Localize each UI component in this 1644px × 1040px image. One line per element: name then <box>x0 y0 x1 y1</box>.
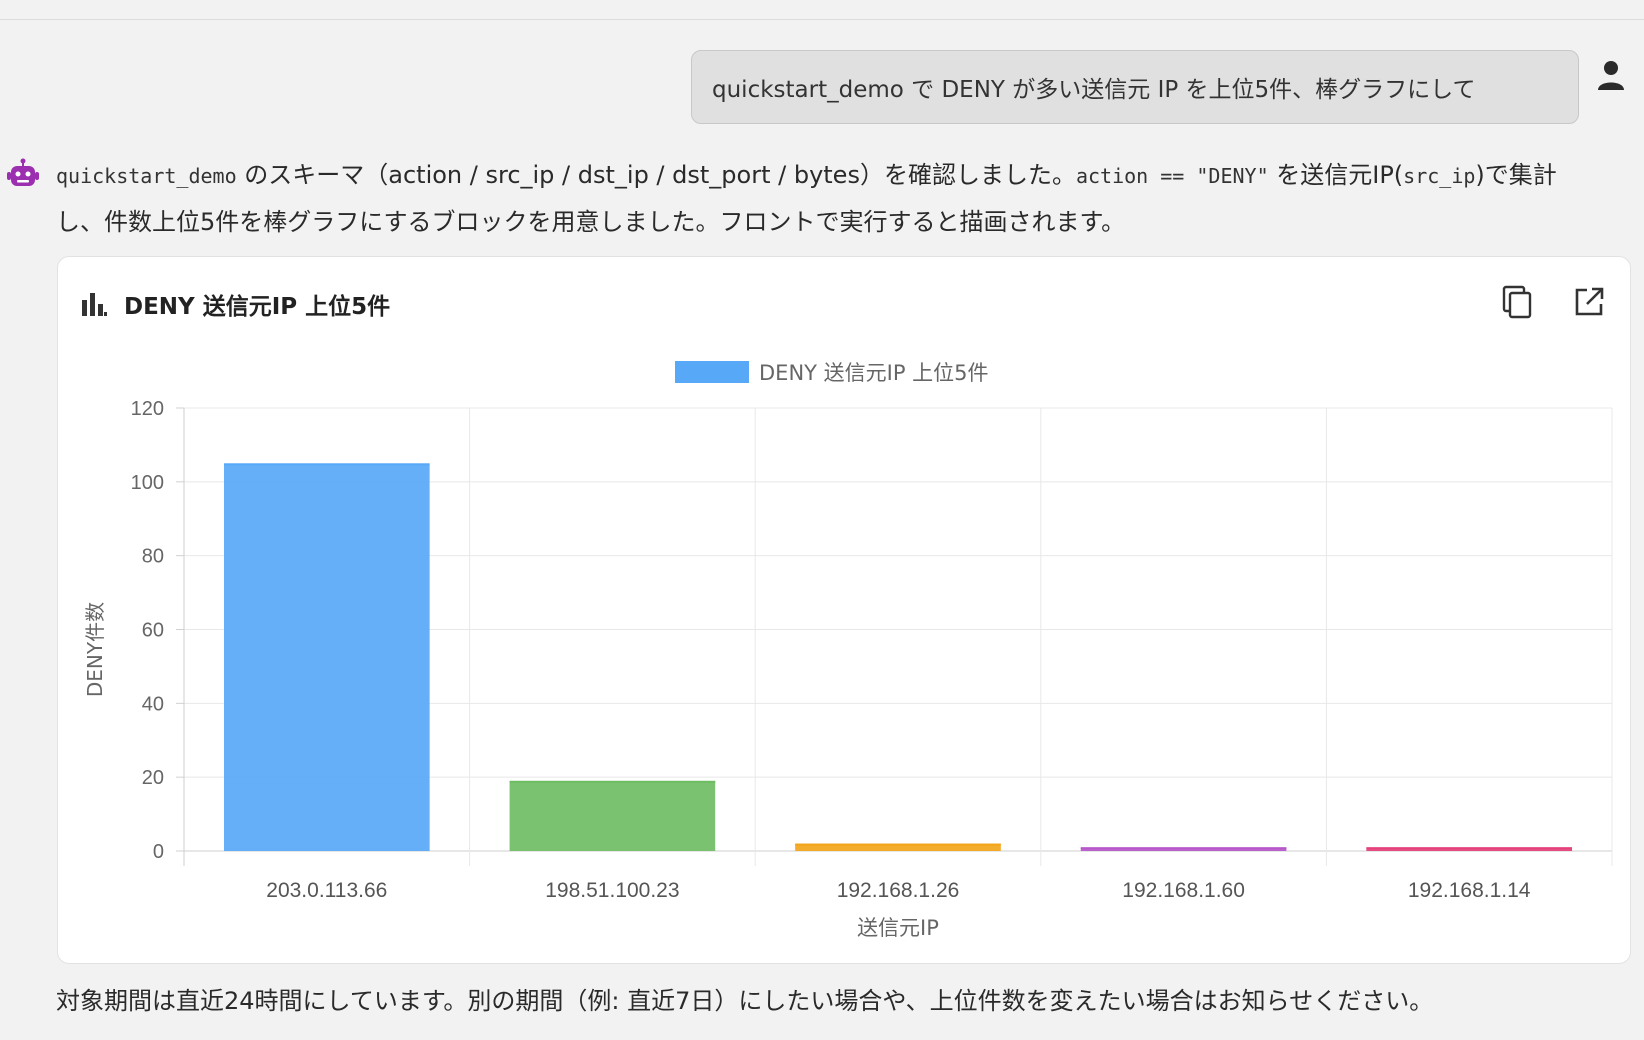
x-tick-label: 192.168.1.26 <box>837 879 960 902</box>
y-tick-label: 20 <box>142 767 164 789</box>
assistant-followup-text: 対象期間は直近24時間にしています。別の期間（例: 直近7日）にしたい場合や、上… <box>56 987 1434 1015</box>
top-divider <box>0 19 1644 20</box>
bar-chart: 0 20 40 60 80 100 120 203.0.113.66 198.51.100.23… <box>83 361 1613 940</box>
filter-code: action == "DENY" <box>1075 164 1269 188</box>
x-tick-label: 192.168.1.14 <box>1408 879 1531 902</box>
user-message-bubble: quickstart_demo で DENY が多い送信元 IP を上位5件、棒… <box>691 50 1579 124</box>
legend-swatch <box>675 361 749 383</box>
y-tick-label: 0 <box>153 841 164 863</box>
y-tick-label: 40 <box>142 693 164 715</box>
y-axis-label: DENY件数 <box>83 602 107 697</box>
legend-label: DENY 送信元IP 上位5件 <box>759 361 989 385</box>
assistant-message: quickstart_demo のスキーマ（action / src_ip / … <box>56 152 1586 245</box>
assistant-text: のスキーマ（action / src_ip / dst_ip / dst_por… <box>236 161 1076 189</box>
x-tick-label: 203.0.113.66 <box>266 879 387 902</box>
bar <box>509 780 716 851</box>
x-tick-label: 198.51.100.23 <box>545 879 679 902</box>
chart-card: DENY 送信元IP 上位5件 0 20 40 60 80 100 120 203.0.113… <box>57 256 1631 964</box>
user-message-row: quickstart_demo で DENY が多い送信元 IP を上位5件、棒… <box>0 50 1644 128</box>
assistant-text: を送信元IP( <box>1268 161 1404 189</box>
y-tick-label: 60 <box>142 620 164 642</box>
user-message-text: quickstart_demo で DENY が多い送信元 IP を上位5件、棒… <box>712 77 1476 103</box>
y-tick-label: 120 <box>131 398 164 420</box>
bar <box>223 463 430 851</box>
y-tick-label: 100 <box>131 472 164 494</box>
x-axis-label: 送信元IP <box>857 916 939 940</box>
y-tick-label: 80 <box>142 546 164 568</box>
dataset-code: quickstart_demo <box>56 164 237 188</box>
field-code: src_ip <box>1403 164 1476 188</box>
user-avatar-icon <box>1598 61 1624 90</box>
bot-avatar-icon <box>7 158 39 186</box>
x-tick-label: 192.168.1.60 <box>1122 879 1245 902</box>
